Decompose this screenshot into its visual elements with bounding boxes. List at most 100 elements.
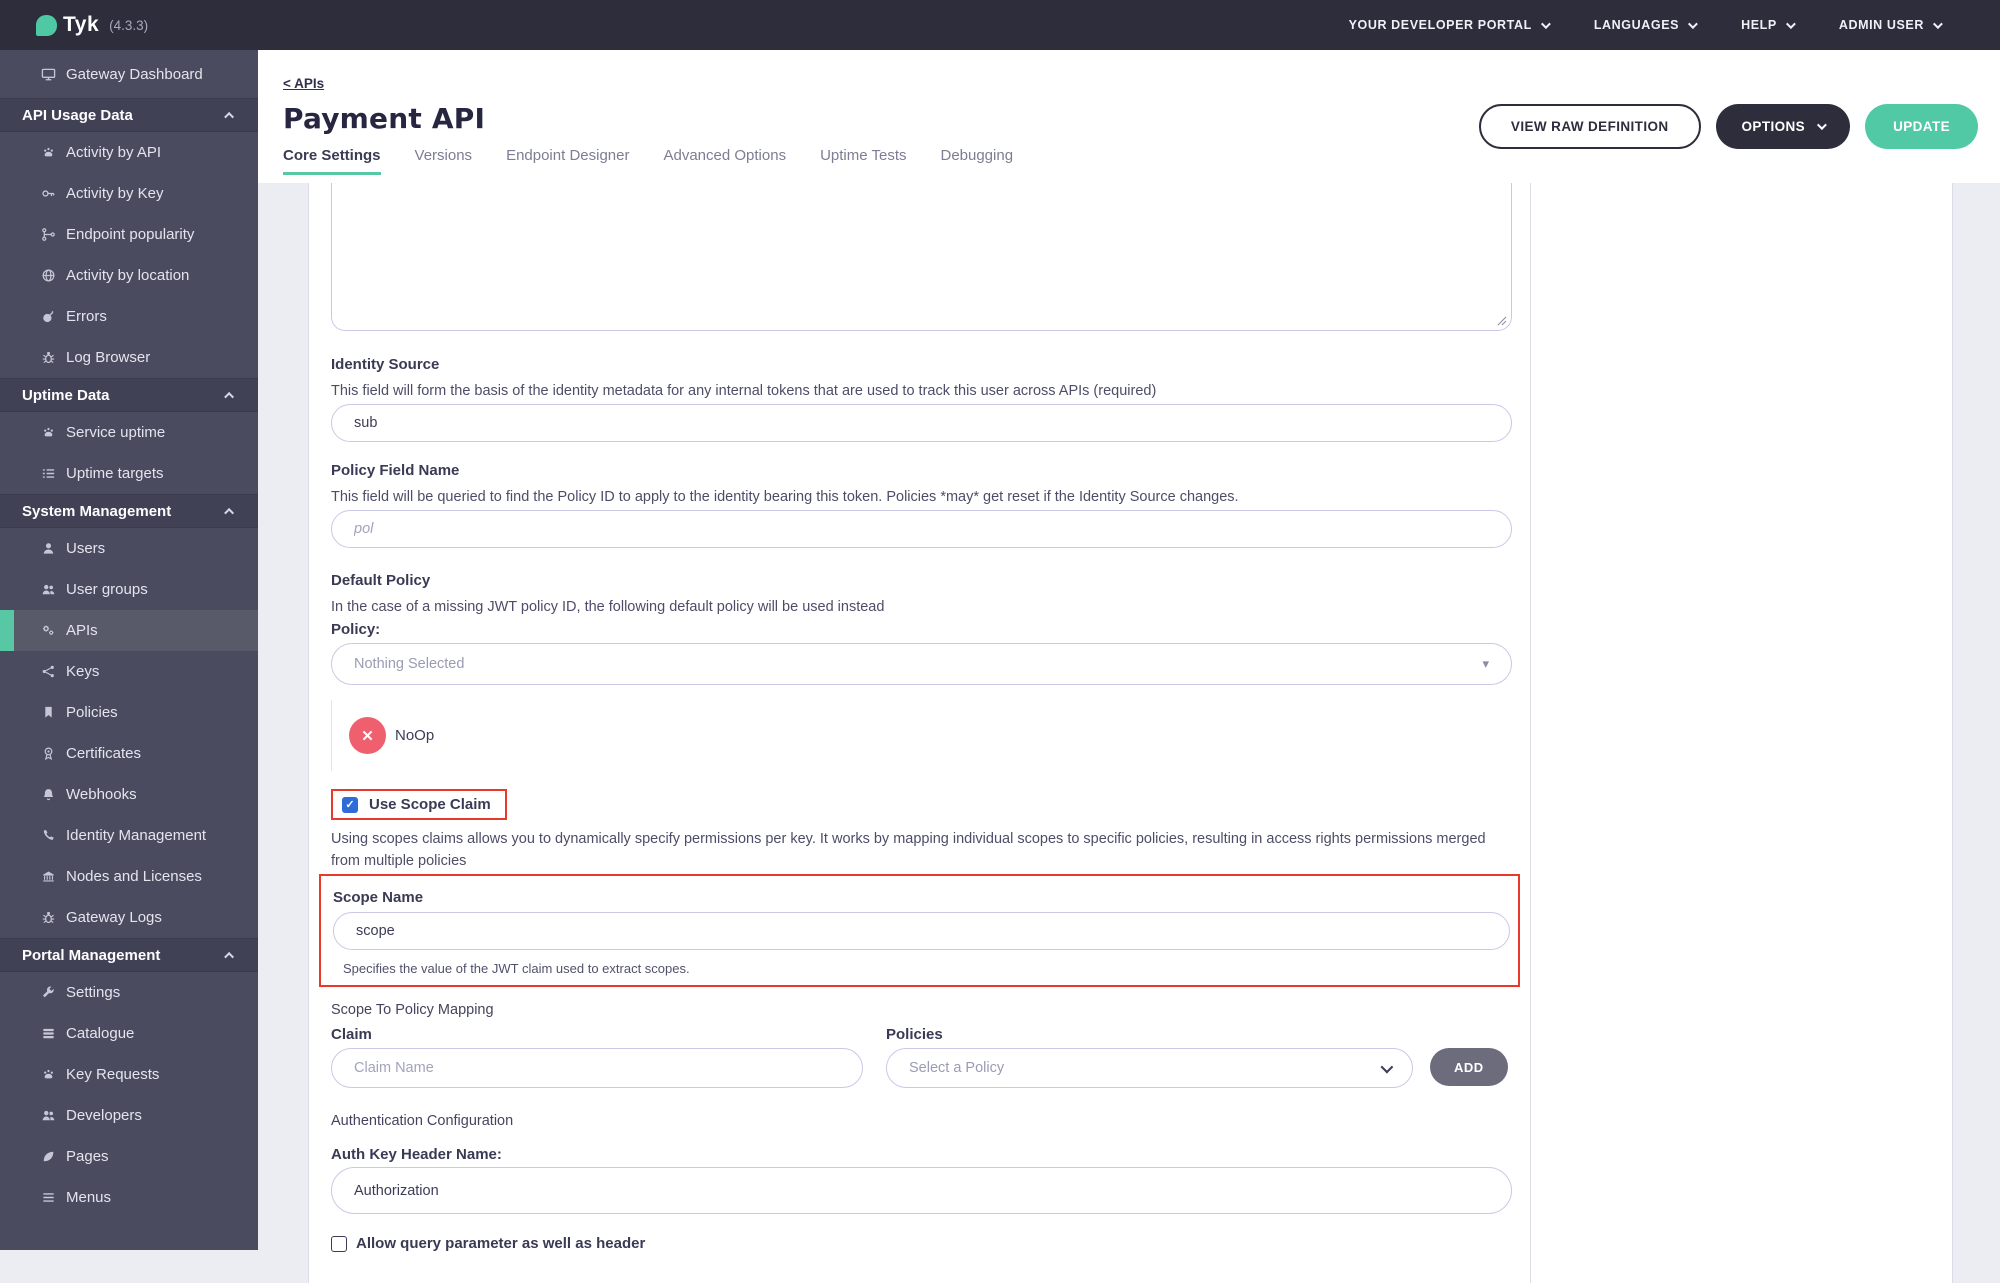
sidebar-item-label: Identity Management [66, 827, 206, 844]
topbar-menu-your-developer-portal[interactable]: YOUR DEVELOPER PORTAL [1349, 18, 1548, 32]
sidebar-item-label: Certificates [66, 745, 141, 762]
sidebar-item-activity-by-key[interactable]: Activity by Key [0, 173, 258, 214]
view-raw-definition-button[interactable]: VIEW RAW DEFINITION [1479, 104, 1701, 149]
sidebar-item-webhooks[interactable]: Webhooks [0, 774, 258, 815]
topbar-menu-help[interactable]: HELP [1741, 18, 1793, 32]
policies-select-placeholder: Select a Policy [909, 1060, 1004, 1076]
sidebar-item-label: Service uptime [66, 424, 165, 441]
sidebar-item-label: Endpoint popularity [66, 226, 194, 243]
policy-select-label: Policy: [331, 621, 1512, 639]
bug-icon [40, 910, 56, 926]
options-button-label: OPTIONS [1742, 119, 1806, 134]
sidebar-item-uptime-targets[interactable]: Uptime targets [0, 453, 258, 494]
scope-to-policy-row: Claim Policies Select a Policy ADD [331, 1026, 1512, 1088]
sidebar-section-api-usage-data[interactable]: API Usage Data [0, 98, 258, 132]
users-icon [40, 582, 56, 598]
sidebar-item-pages[interactable]: Pages [0, 1136, 258, 1177]
core-settings-form: Identity Source This field will form the… [309, 183, 1531, 1283]
use-scope-claim-highlight: ✓ Use Scope Claim [331, 789, 507, 820]
identity-source-input[interactable] [331, 404, 1512, 442]
api-definition-textarea[interactable] [331, 183, 1512, 331]
topbar-menu-label: YOUR DEVELOPER PORTAL [1349, 18, 1532, 32]
allow-query-param-checkbox[interactable] [331, 1236, 347, 1252]
scope-name-input[interactable] [333, 912, 1510, 950]
sidebar-item-users[interactable]: Users [0, 528, 258, 569]
sidebar-item-gateway-logs[interactable]: Gateway Logs [0, 897, 258, 938]
sidebar-item-label: Settings [66, 984, 120, 1001]
default-policy-label: Default Policy [331, 572, 1512, 590]
identity-source-description: This field will form the basis of the id… [331, 381, 1512, 401]
sidebar-section-portal-management[interactable]: Portal Management [0, 938, 258, 972]
sidebar-item-developers[interactable]: Developers [0, 1095, 258, 1136]
sidebar-item-menus[interactable]: Menus [0, 1177, 258, 1218]
claim-input[interactable] [331, 1048, 863, 1088]
leaf-icon [40, 1149, 56, 1165]
chevron-down-icon [1817, 120, 1827, 130]
sidebar-item-keys[interactable]: Keys [0, 651, 258, 692]
tab-core-settings[interactable]: Core Settings [283, 147, 381, 175]
breadcrumb-back-link[interactable]: < APIs [283, 76, 324, 91]
sidebar-item-key-requests[interactable]: Key Requests [0, 1054, 258, 1095]
tab-uptime-tests[interactable]: Uptime Tests [820, 147, 906, 175]
topbar-menu: YOUR DEVELOPER PORTAL LANGUAGES HELP ADMIN … [1349, 18, 2000, 32]
use-scope-claim-label[interactable]: Use Scope Claim [369, 796, 491, 813]
resize-handle-icon[interactable] [1496, 315, 1507, 326]
sidebar-item-settings[interactable]: Settings [0, 972, 258, 1013]
update-button[interactable]: UPDATE [1865, 104, 1978, 149]
tyk-logo[interactable]: Tyk (4.3.3) [0, 13, 258, 37]
sidebar-item-gateway-dashboard[interactable]: Gateway Dashboard [0, 50, 258, 98]
sidebar-item-label: Activity by Key [66, 185, 164, 202]
page-header: < APIs Payment API Core SettingsVersions… [258, 50, 2000, 183]
bank-icon [40, 869, 56, 885]
sidebar-section-label: Uptime Data [22, 387, 110, 404]
bug-icon [40, 350, 56, 366]
policy-field-name-input[interactable] [331, 510, 1512, 548]
topbar-menu-admin-user[interactable]: ADMIN USER [1839, 18, 1940, 32]
sidebar-item-certificates[interactable]: Certificates [0, 733, 258, 774]
policy-select[interactable]: Nothing Selected ▾ [331, 643, 1512, 685]
gear-icon [40, 623, 56, 639]
remove-policy-button[interactable]: ✕ [349, 717, 386, 754]
use-scope-claim-checkbox[interactable]: ✓ [342, 797, 358, 813]
sidebar-item-label: Gateway Dashboard [66, 66, 203, 83]
tab-endpoint-designer[interactable]: Endpoint Designer [506, 147, 629, 175]
sidebar-item-errors[interactable]: Errors [0, 296, 258, 337]
sidebar-item-identity-management[interactable]: Identity Management [0, 815, 258, 856]
allow-query-param-row: Allow query parameter as well as header [331, 1235, 1512, 1252]
sidebar-item-label: Developers [66, 1107, 142, 1124]
tab-versions[interactable]: Versions [415, 147, 473, 175]
key-icon [40, 186, 56, 202]
tab-advanced-options[interactable]: Advanced Options [663, 147, 786, 175]
policies-select[interactable]: Select a Policy [886, 1048, 1413, 1088]
allow-query-param-label[interactable]: Allow query parameter as well as header [356, 1235, 645, 1252]
sidebar-item-label: Uptime targets [66, 465, 164, 482]
chevron-down-icon [1541, 19, 1551, 29]
add-mapping-button[interactable]: ADD [1430, 1048, 1508, 1086]
sidebar-item-log-browser[interactable]: Log Browser [0, 337, 258, 378]
sidebar-item-activity-by-location[interactable]: Activity by location [0, 255, 258, 296]
scope-name-label: Scope Name [333, 889, 1510, 907]
sidebar-item-apis[interactable]: APIs [0, 610, 258, 651]
monitor-icon [40, 66, 56, 82]
auth-key-header-name-input[interactable] [331, 1167, 1512, 1214]
options-button[interactable]: OPTIONS [1716, 104, 1851, 149]
scope-name-highlight: Scope Name Specifies the value of the JW… [319, 874, 1520, 987]
topbar-menu-languages[interactable]: LANGUAGES [1594, 18, 1695, 32]
sidebar-item-user-groups[interactable]: User groups [0, 569, 258, 610]
sidebar-item-endpoint-popularity[interactable]: Endpoint popularity [0, 214, 258, 255]
scope-name-help: Specifies the value of the JWT claim use… [343, 961, 1510, 976]
tab-debugging[interactable]: Debugging [940, 147, 1013, 175]
sidebar-section-system-management[interactable]: System Management [0, 494, 258, 528]
sidebar-item-catalogue[interactable]: Catalogue [0, 1013, 258, 1054]
sidebar-item-activity-by-api[interactable]: Activity by API [0, 132, 258, 173]
sidebar-section-uptime-data[interactable]: Uptime Data [0, 378, 258, 412]
sidebar-item-label: Keys [66, 663, 99, 680]
sidebar-item-label: Menus [66, 1189, 111, 1206]
sidebar-item-service-uptime[interactable]: Service uptime [0, 412, 258, 453]
sidebar-item-label: Catalogue [66, 1025, 134, 1042]
paw-icon [40, 145, 56, 161]
chevron-up-icon [224, 507, 234, 517]
sidebar-item-nodes-and-licenses[interactable]: Nodes and Licenses [0, 856, 258, 897]
sidebar-item-policies[interactable]: Policies [0, 692, 258, 733]
policy-field-name-description: This field will be queried to find the P… [331, 487, 1512, 507]
